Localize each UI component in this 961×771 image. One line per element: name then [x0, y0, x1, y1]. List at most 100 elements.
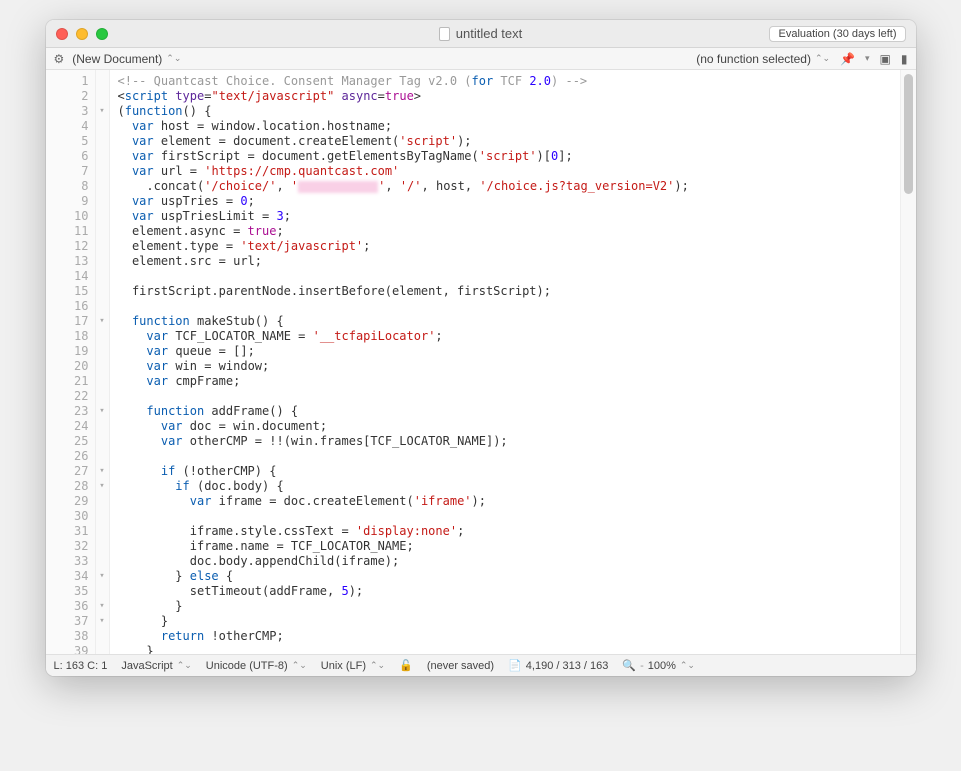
fold-marker[interactable]: ▾ — [96, 104, 109, 119]
code-line[interactable]: } — [118, 614, 892, 629]
language-picker[interactable]: JavaScript ⌃⌄ — [121, 660, 191, 672]
line-number[interactable]: 4 — [46, 119, 89, 134]
line-number[interactable]: 25 — [46, 434, 89, 449]
scrollbar-thumb[interactable] — [904, 74, 913, 194]
line-number[interactable]: 26 — [46, 449, 89, 464]
fold-gutter[interactable]: ▾▾▾▾▾▾▾▾ — [96, 70, 110, 654]
code-line[interactable]: var win = window; — [118, 359, 892, 374]
line-number[interactable]: 17 — [46, 314, 89, 329]
code-line[interactable]: var element = document.createElement('sc… — [118, 134, 892, 149]
line-number[interactable]: 30 — [46, 509, 89, 524]
line-number[interactable]: 16 — [46, 299, 89, 314]
code-line[interactable]: return !otherCMP; — [118, 629, 892, 644]
line-number[interactable]: 5 — [46, 134, 89, 149]
stack-icon[interactable]: ▣ — [880, 52, 891, 66]
code-line[interactable]: firstScript.parentNode.insertBefore(elem… — [118, 284, 892, 299]
code-line[interactable]: var TCF_LOCATOR_NAME = '__tcfapiLocator'… — [118, 329, 892, 344]
line-number[interactable]: 2 — [46, 89, 89, 104]
scrollbar-track[interactable] — [900, 70, 916, 654]
line-number[interactable]: 10 — [46, 209, 89, 224]
code-line[interactable]: } else { — [118, 569, 892, 584]
code-line[interactable] — [118, 269, 892, 284]
line-number[interactable]: 15 — [46, 284, 89, 299]
code-line[interactable]: var cmpFrame; — [118, 374, 892, 389]
line-number[interactable]: 19 — [46, 344, 89, 359]
code-line[interactable] — [118, 299, 892, 314]
line-number[interactable]: 22 — [46, 389, 89, 404]
fold-marker[interactable]: ▾ — [96, 464, 109, 479]
code-line[interactable]: } — [118, 599, 892, 614]
maximize-button[interactable] — [96, 28, 108, 40]
line-number[interactable]: 36 — [46, 599, 89, 614]
line-number[interactable]: 6 — [46, 149, 89, 164]
code-editor[interactable]: <!-- Quantcast Choice. Consent Manager T… — [110, 70, 900, 654]
line-number[interactable]: 29 — [46, 494, 89, 509]
code-line[interactable]: var host = window.location.hostname; — [118, 119, 892, 134]
code-line[interactable] — [118, 509, 892, 524]
code-line[interactable]: var iframe = doc.createElement('iframe')… — [118, 494, 892, 509]
encoding-picker[interactable]: Unicode (UTF-8) ⌃⌄ — [206, 660, 307, 672]
code-line[interactable]: iframe.name = TCF_LOCATOR_NAME; — [118, 539, 892, 554]
code-line[interactable]: var uspTriesLimit = 3; — [118, 209, 892, 224]
code-line[interactable]: element.async = true; — [118, 224, 892, 239]
code-line[interactable]: } — [118, 644, 892, 654]
cursor-position[interactable]: L: 163 C: 1 — [54, 660, 108, 672]
line-number[interactable]: 33 — [46, 554, 89, 569]
lock-status[interactable]: 🔓 — [399, 659, 413, 672]
line-number[interactable]: 35 — [46, 584, 89, 599]
fold-marker[interactable]: ▾ — [96, 614, 109, 629]
code-line[interactable]: element.type = 'text/javascript'; — [118, 239, 892, 254]
line-number[interactable]: 8 — [46, 179, 89, 194]
code-line[interactable]: if (doc.body) { — [118, 479, 892, 494]
code-line[interactable]: var queue = []; — [118, 344, 892, 359]
line-number[interactable]: 1 — [46, 74, 89, 89]
line-number[interactable]: 21 — [46, 374, 89, 389]
line-number[interactable]: 18 — [46, 329, 89, 344]
code-line[interactable]: iframe.style.cssText = 'display:none'; — [118, 524, 892, 539]
close-button[interactable] — [56, 28, 68, 40]
line-number[interactable]: 27 — [46, 464, 89, 479]
line-number[interactable]: 37 — [46, 614, 89, 629]
dropdown-icon[interactable]: ▾ — [865, 53, 870, 64]
document-picker[interactable]: (New Document) ⌃⌄ — [72, 52, 181, 66]
code-line[interactable]: .concat('/choice/', '', '/', host, '/cho… — [118, 179, 892, 194]
code-line[interactable]: var firstScript = document.getElementsBy… — [118, 149, 892, 164]
line-number[interactable]: 3 — [46, 104, 89, 119]
page-icon[interactable]: ▮ — [901, 52, 908, 66]
gear-icon[interactable]: ⚙ — [54, 52, 65, 66]
code-line[interactable] — [118, 389, 892, 404]
evaluation-badge[interactable]: Evaluation (30 days left) — [769, 26, 905, 42]
code-line[interactable]: <script type="text/javascript" async=tru… — [118, 89, 892, 104]
code-line[interactable]: function addFrame() { — [118, 404, 892, 419]
code-line[interactable]: doc.body.appendChild(iframe); — [118, 554, 892, 569]
line-number[interactable]: 23 — [46, 404, 89, 419]
code-line[interactable]: function makeStub() { — [118, 314, 892, 329]
line-number-gutter[interactable]: 1234567891011121314151617181920212223242… — [46, 70, 96, 654]
line-number[interactable]: 31 — [46, 524, 89, 539]
pin-icon[interactable]: 📌 — [840, 52, 855, 66]
code-line[interactable]: if (!otherCMP) { — [118, 464, 892, 479]
line-number[interactable]: 9 — [46, 194, 89, 209]
line-number[interactable]: 12 — [46, 239, 89, 254]
code-line[interactable]: <!-- Quantcast Choice. Consent Manager T… — [118, 74, 892, 89]
code-line[interactable] — [118, 449, 892, 464]
fold-marker[interactable]: ▾ — [96, 479, 109, 494]
code-line[interactable]: element.src = url; — [118, 254, 892, 269]
line-number[interactable]: 34 — [46, 569, 89, 584]
line-number[interactable]: 38 — [46, 629, 89, 644]
line-number[interactable]: 7 — [46, 164, 89, 179]
line-number[interactable]: 14 — [46, 269, 89, 284]
code-line[interactable]: var url = 'https://cmp.quantcast.com' — [118, 164, 892, 179]
line-number[interactable]: 24 — [46, 419, 89, 434]
fold-marker[interactable]: ▾ — [96, 314, 109, 329]
code-line[interactable]: var doc = win.document; — [118, 419, 892, 434]
minimize-button[interactable] — [76, 28, 88, 40]
fold-marker[interactable]: ▾ — [96, 599, 109, 614]
line-number[interactable]: 28 — [46, 479, 89, 494]
file-stats[interactable]: 📄 4,190 / 313 / 163 — [508, 659, 608, 672]
line-number[interactable]: 20 — [46, 359, 89, 374]
code-line[interactable]: setTimeout(addFrame, 5); — [118, 584, 892, 599]
function-picker[interactable]: (no function selected) ⌃⌄ — [696, 52, 830, 66]
line-number[interactable]: 11 — [46, 224, 89, 239]
zoom-control[interactable]: 🔍 - 100% ⌃⌄ — [622, 659, 695, 672]
